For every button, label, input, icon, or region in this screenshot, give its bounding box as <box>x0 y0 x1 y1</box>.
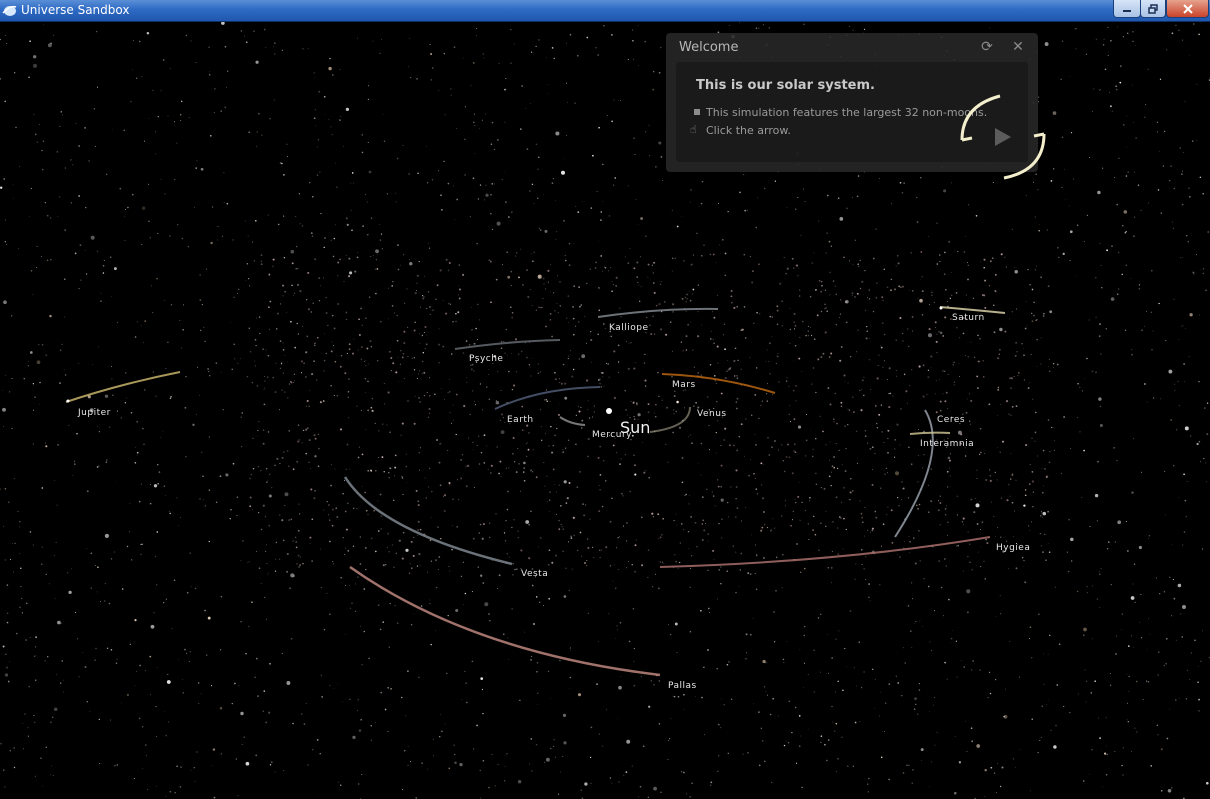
pointer-hand-icon: ☝ <box>690 123 697 136</box>
label-hygiea[interactable]: Hygiea <box>996 543 1030 553</box>
bullet-icon <box>694 109 700 115</box>
label-pallas[interactable]: Pallas <box>668 681 697 691</box>
close-icon <box>1182 3 1193 14</box>
restore-icon <box>1148 3 1158 14</box>
label-saturn[interactable]: Saturn <box>952 313 985 323</box>
label-earth[interactable]: Earth <box>507 415 534 425</box>
label-venus[interactable]: Venus <box>697 409 727 419</box>
close-window-button[interactable] <box>1166 0 1209 18</box>
label-sun[interactable]: Sun <box>620 418 650 437</box>
minimize-button[interactable] <box>1113 0 1141 18</box>
app-icon <box>2 5 17 16</box>
label-mars[interactable]: Mars <box>672 380 696 390</box>
restore-button[interactable] <box>1140 0 1166 18</box>
label-vesta[interactable]: Vesta <box>521 569 548 579</box>
bullet-text: Click the arrow. <box>706 124 791 137</box>
label-jupiter[interactable]: Jupiter <box>78 408 111 418</box>
list-item: ☝ Click the arrow. <box>690 123 791 137</box>
label-psyche[interactable]: Psyche <box>469 354 503 364</box>
bullet-text: This simulation features the largest 32 … <box>706 106 988 119</box>
list-item: This simulation features the largest 32 … <box>694 106 988 119</box>
next-step-button[interactable] <box>958 94 1048 180</box>
welcome-heading: This is our solar system. <box>696 78 875 93</box>
close-icon[interactable]: ✕ <box>1011 39 1025 53</box>
label-ceres[interactable]: Ceres <box>937 415 965 425</box>
highlight-ring-icon <box>960 94 1001 141</box>
play-arrow-icon <box>995 128 1011 146</box>
label-interamnia[interactable]: Interamnia <box>920 439 974 449</box>
welcome-title: Welcome <box>679 40 739 55</box>
window-title: Universe Sandbox <box>21 3 130 17</box>
refresh-icon[interactable]: ⟳ <box>980 39 994 53</box>
label-kalliope[interactable]: Kalliope <box>609 323 649 333</box>
minimize-icon <box>1123 9 1131 12</box>
window-titlebar[interactable]: Universe Sandbox <box>0 0 1210 22</box>
